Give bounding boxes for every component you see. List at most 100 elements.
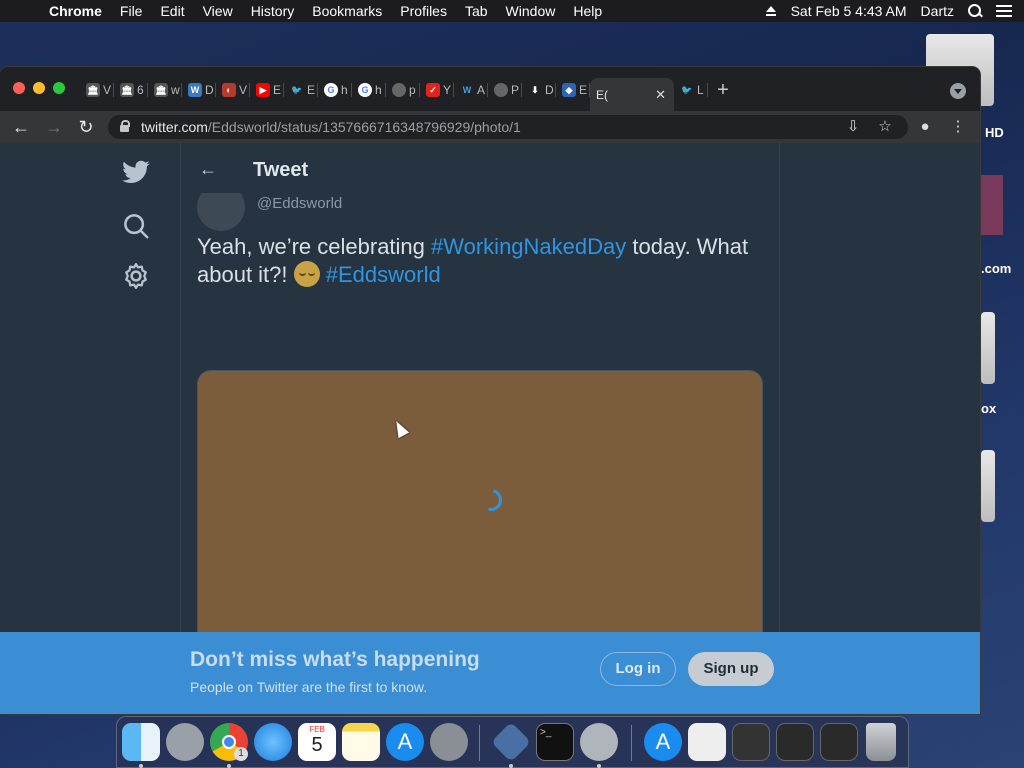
tab-1-label: V <box>103 83 112 97</box>
menu-edit[interactable]: Edit <box>151 3 193 19</box>
signup-banner: Don’t miss what’s happening People on Tw… <box>0 632 980 714</box>
chrome-menu-icon[interactable]: ⋮ <box>949 118 967 136</box>
menu-tab[interactable]: Tab <box>456 3 497 19</box>
tab-active[interactable]: E( ✕ <box>590 78 674 111</box>
menu-help[interactable]: Help <box>564 3 611 19</box>
tab-13[interactable]: P <box>488 78 522 102</box>
google-icon: G <box>358 83 372 97</box>
app-icon: ◆ <box>562 83 576 97</box>
tab-11[interactable]: ✓ Y <box>420 78 454 102</box>
virtualbox-icon[interactable] <box>490 721 532 763</box>
tab-15[interactable]: ◆ E <box>556 78 590 102</box>
apps-folder-icon[interactable]: A <box>644 723 682 761</box>
tab-10[interactable]: p <box>386 78 420 102</box>
control-center-icon[interactable] <box>996 5 1012 17</box>
tab-search-icon[interactable] <box>950 83 966 99</box>
tab-4[interactable]: WD <box>182 78 216 102</box>
app-store-icon[interactable]: A <box>386 723 424 761</box>
notes-icon[interactable] <box>342 723 380 761</box>
desktop-label-hd: HD <box>985 125 1004 140</box>
close-window-button[interactable] <box>13 82 25 94</box>
tab-12[interactable]: WA <box>454 78 488 102</box>
tab-active-label: E( <box>596 87 608 102</box>
chrome-window: 🏛 V 🏛 6 🏛 w WD ◐ V ▶ E 🐦 E Gh Gh p ✓ Y WA P ⬇ D … <box>0 67 980 714</box>
reload-button[interactable]: ↻ <box>76 117 96 137</box>
bookmark-star-icon[interactable]: ☆ <box>876 118 894 136</box>
hashtag-link-1[interactable]: #WorkingNakedDay <box>431 234 626 259</box>
eject-icon[interactable] <box>765 6 777 16</box>
tab-7[interactable]: 🐦 E <box>284 78 318 102</box>
dock-separator-2 <box>631 725 632 761</box>
tab-5-label: V <box>239 83 248 97</box>
menu-window[interactable]: Window <box>497 3 565 19</box>
document-icon[interactable] <box>688 723 726 761</box>
launchpad-icon[interactable] <box>166 723 204 761</box>
desktop-drive-icon-2[interactable] <box>981 312 995 384</box>
tab-7-label: E <box>307 83 316 97</box>
youtube-icon: ▶ <box>256 83 270 97</box>
tab-15-label: E <box>579 83 588 97</box>
museum-icon: 🏛 <box>154 83 168 97</box>
tab-1[interactable]: 🏛 V <box>80 78 114 102</box>
settings-gear-icon[interactable] <box>121 261 151 291</box>
back-arrow-icon[interactable]: ← <box>199 159 217 180</box>
back-button[interactable]: ← <box>11 117 31 137</box>
menu-view[interactable]: View <box>194 3 242 19</box>
spotlight-search-icon[interactable] <box>968 4 982 18</box>
hashtag-link-2[interactable]: #Eddsworld <box>326 262 441 287</box>
menu-file[interactable]: File <box>111 3 152 19</box>
menu-history[interactable]: History <box>242 3 304 19</box>
finder-icon[interactable] <box>122 723 160 761</box>
close-tab-icon[interactable]: ✕ <box>655 87 666 103</box>
desktop-drive-icon-3[interactable] <box>981 450 995 522</box>
calendar-month: FEB <box>309 725 325 734</box>
lock-icon[interactable] <box>120 120 130 132</box>
desktop-file-icon[interactable] <box>981 175 1003 235</box>
tab-8[interactable]: Gh <box>318 78 352 102</box>
window-thumbnail-2-icon[interactable] <box>776 723 814 761</box>
url-path: /Eddsworld/status/1357666716348796929/ph… <box>207 119 521 135</box>
tab-last-label: L <box>697 83 704 97</box>
forward-button[interactable]: → <box>44 117 64 137</box>
system-preferences-icon[interactable] <box>430 723 468 761</box>
menu-profiles[interactable]: Profiles <box>391 3 456 19</box>
window-thumbnail-3-icon[interactable] <box>820 723 858 761</box>
tab-last[interactable]: 🐦 L <box>674 78 708 102</box>
tab-10-label: p <box>409 83 416 97</box>
museum-icon: 🏛 <box>120 83 134 97</box>
url-text[interactable]: twitter.com/Eddsworld/status/13576667163… <box>141 119 521 135</box>
trash-icon[interactable] <box>866 723 896 761</box>
tab-2[interactable]: 🏛 6 <box>114 78 148 102</box>
terminal-icon[interactable]: >_ <box>536 723 574 761</box>
minimize-window-button[interactable] <box>33 82 45 94</box>
menu-app-chrome[interactable]: Chrome <box>40 3 111 19</box>
menu-user[interactable]: Dartz <box>921 3 954 19</box>
menu-bookmarks[interactable]: Bookmarks <box>303 3 391 19</box>
signup-button[interactable]: Sign up <box>688 652 774 686</box>
install-app-icon[interactable]: ⇩ <box>844 118 862 136</box>
tweet-header: ← Tweet <box>181 143 779 195</box>
twitter-logo-icon[interactable] <box>121 157 151 187</box>
banner-subtitle: People on Twitter are the first to know. <box>190 679 428 695</box>
zoom-window-button[interactable] <box>53 82 65 94</box>
safari-icon[interactable] <box>254 723 292 761</box>
tab-14[interactable]: ⬇ D <box>522 78 556 102</box>
tab-11-label: Y <box>443 83 452 97</box>
menu-clock[interactable]: Sat Feb 5 4:43 AM <box>791 3 907 19</box>
chrome-icon[interactable]: 1 <box>210 723 248 761</box>
new-tab-button[interactable]: + <box>708 79 738 102</box>
tab-6[interactable]: ▶ E <box>250 78 284 102</box>
tab-9[interactable]: Gh <box>352 78 386 102</box>
search-icon[interactable] <box>121 211 151 241</box>
calendar-icon[interactable]: FEB 5 <box>298 723 336 761</box>
user-handle[interactable]: @Eddsworld <box>257 195 342 212</box>
window-thumbnail-1-icon[interactable] <box>732 723 770 761</box>
tab-5[interactable]: ◐ V <box>216 78 250 102</box>
tab-3[interactable]: 🏛 w <box>148 78 182 102</box>
login-button[interactable]: Log in <box>600 652 676 686</box>
address-bar[interactable]: twitter.com/Eddsworld/status/13576667163… <box>108 115 908 139</box>
tab-9-label: h <box>375 83 382 97</box>
left-column-divider <box>180 143 181 714</box>
disk-utility-icon[interactable] <box>580 723 618 761</box>
profile-icon[interactable]: ● <box>916 118 934 136</box>
